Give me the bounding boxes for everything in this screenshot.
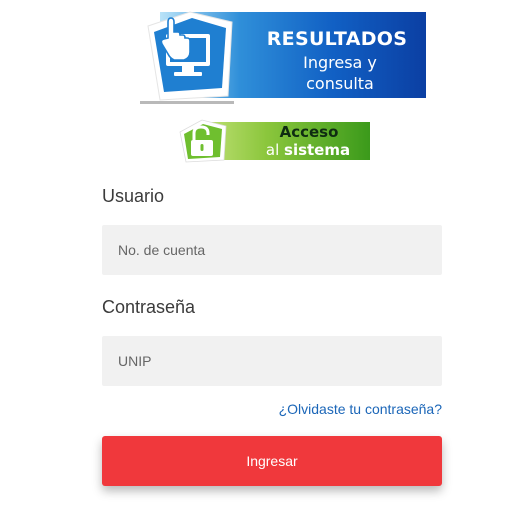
password-input[interactable] [102, 336, 442, 386]
access-badge: Acceso al sistema [176, 118, 372, 164]
results-subtitle-line1: Ingresa y [303, 53, 377, 72]
login-button[interactable]: Ingresar [102, 436, 442, 486]
results-subtitle-line2: consulta [306, 74, 374, 93]
results-banner: RESULTADOS Ingresa y consulta [138, 8, 428, 108]
access-title: Acceso [279, 123, 339, 141]
access-subtitle-bold: sistema [284, 141, 351, 159]
access-subtitle: al sistema [246, 141, 370, 159]
access-subtitle-prefix: al [265, 141, 280, 159]
password-label: Contraseña [102, 297, 196, 317]
username-input[interactable] [102, 225, 442, 275]
forgot-password-link[interactable]: ¿Olvidaste tu contraseña? [279, 401, 442, 417]
results-title: RESULTADOS [266, 28, 408, 50]
unlocked-padlock-icon [179, 119, 227, 163]
login-page: RESULTADOS Ingresa y consulta Acceso al … [0, 0, 505, 528]
computer-click-icon [138, 8, 240, 108]
username-label: Usuario [102, 186, 165, 206]
